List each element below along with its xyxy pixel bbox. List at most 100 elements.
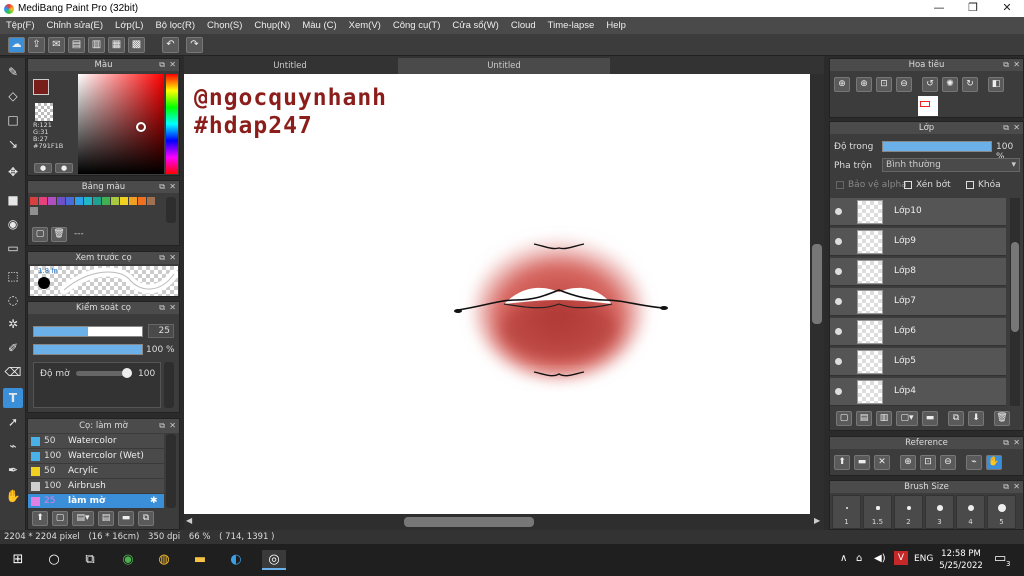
visibility-eye-icon[interactable]	[835, 298, 842, 305]
palette-swatch[interactable]	[66, 197, 74, 205]
palette-scrollbar[interactable]	[166, 197, 176, 223]
tiles-icon[interactable]: ▩	[128, 37, 145, 53]
shape-tool-icon[interactable]: □	[3, 110, 23, 130]
menu-cloud[interactable]: Cloud	[505, 20, 542, 31]
app-icon-green[interactable]: ◉	[118, 550, 138, 570]
menu-layer[interactable]: Lớp(L)	[109, 20, 149, 31]
comment-icon[interactable]: ✉	[48, 37, 65, 53]
hscroll-thumb[interactable]	[404, 517, 534, 527]
zoom-fit-in-icon[interactable]: ⊕	[856, 77, 872, 92]
delete-layer-icon[interactable]: 🗑	[994, 411, 1010, 426]
close-panel-icon[interactable]: ✕	[1013, 59, 1020, 71]
fill-rect-tool-icon[interactable]: ■	[3, 190, 23, 210]
task-view-icon[interactable]: ⧉	[80, 550, 100, 570]
layer-folder-icon[interactable]: ▬	[922, 411, 938, 426]
zoom-in-icon[interactable]: ⊕	[834, 77, 850, 92]
reference-zoom-in-icon[interactable]: ⊕	[900, 455, 916, 470]
clock[interactable]: 12:58 PM 5/25/2022	[936, 548, 986, 572]
palette-swatch[interactable]	[102, 197, 110, 205]
upload-icon[interactable]: ⇪	[28, 37, 45, 53]
menu-filter[interactable]: Bộ lọc(R)	[149, 20, 201, 31]
palette-swatch[interactable]	[120, 197, 128, 205]
close-panel-icon[interactable]: ✕	[169, 59, 176, 71]
redo-icon[interactable]: ↷	[186, 37, 203, 53]
brush-item[interactable]: 50 Watercolor	[28, 434, 164, 449]
brush-settings-icon[interactable]: ▤	[98, 511, 114, 526]
close-panel-icon[interactable]: ✕	[169, 302, 176, 314]
reference-zoom-out-icon[interactable]: ⊖	[940, 455, 956, 470]
tray-chevron-icon[interactable]: ∧	[840, 553, 847, 564]
transparent-color-swatch[interactable]	[35, 103, 53, 121]
rotate-left-icon[interactable]: ↺	[922, 77, 938, 92]
line-tool-icon[interactable]: ↘	[3, 134, 23, 154]
file-explorer-icon[interactable]: ▬	[190, 550, 210, 570]
layer-row[interactable]: Lớp10	[830, 198, 1006, 226]
brush-item[interactable]: 100 Watercolor (Wet)	[28, 449, 164, 464]
document-icon[interactable]: ▤	[68, 37, 85, 53]
settings-gear-icon[interactable]: ✱	[150, 494, 158, 509]
visibility-eye-icon[interactable]	[835, 388, 842, 395]
scroll-left-icon[interactable]: ◀	[186, 516, 192, 525]
menu-capture[interactable]: Chụp(N)	[248, 20, 296, 31]
menu-help[interactable]: Help	[600, 20, 632, 31]
close-panel-icon[interactable]: ✕	[1013, 437, 1020, 449]
tab-untitled-2[interactable]: Untitled	[398, 58, 610, 74]
palette-swatch[interactable]	[138, 197, 146, 205]
add-color-icon[interactable]: ●	[34, 163, 52, 173]
close-button[interactable]: ✕	[990, 0, 1024, 17]
reference-fit-icon[interactable]: ⊡	[920, 455, 936, 470]
remove-color-icon[interactable]: ●	[55, 163, 73, 173]
layer-row[interactable]: Lớp9	[830, 228, 1006, 256]
brush-item-selected[interactable]: 25 làm mờ ✱	[28, 494, 164, 509]
brush-size-cell[interactable]: 3	[925, 495, 954, 529]
brush-size-slider[interactable]	[33, 326, 143, 337]
navigator-thumbnail[interactable]	[918, 96, 938, 116]
color-picker-cursor[interactable]	[136, 122, 146, 132]
visibility-eye-icon[interactable]	[835, 358, 842, 365]
undock-icon[interactable]: ⧉	[159, 302, 165, 314]
new-8bit-layer-icon[interactable]: ▥	[876, 411, 892, 426]
undock-icon[interactable]: ⧉	[1003, 437, 1009, 449]
reference-open-icon[interactable]: ▬	[854, 455, 870, 470]
reference-upload-icon[interactable]: ⬆	[834, 455, 850, 470]
undock-icon[interactable]: ⧉	[159, 419, 165, 433]
brush-size-cell[interactable]: 2	[894, 495, 923, 529]
operation-tool-icon[interactable]: ➚	[3, 412, 23, 432]
layer-add-menu-icon[interactable]: ▢▾	[896, 411, 918, 426]
brush-tool-icon[interactable]: ✎	[3, 62, 23, 82]
reference-eyedropper-icon[interactable]: ⌁	[966, 455, 982, 470]
volume-icon[interactable]: ◀)	[874, 553, 886, 564]
eraser-tool-icon[interactable]: ◇	[3, 86, 23, 106]
layer-row[interactable]: Lớp8	[830, 258, 1006, 286]
blur-slider[interactable]	[76, 368, 132, 378]
edge-icon[interactable]: ◐	[226, 550, 246, 570]
menu-edit[interactable]: Chỉnh sửa(E)	[41, 20, 110, 31]
minimize-button[interactable]: —	[922, 0, 956, 17]
layer-scroll-thumb[interactable]	[1011, 242, 1019, 332]
maximize-button[interactable]: ❐	[956, 0, 990, 17]
vpn-icon[interactable]: V	[894, 551, 908, 565]
brush-size-cell[interactable]: 5	[987, 495, 1016, 529]
merge-layer-icon[interactable]: ⬇	[968, 411, 984, 426]
brush-item[interactable]: 100 Airbrush	[28, 479, 164, 494]
visibility-eye-icon[interactable]	[835, 328, 842, 335]
visibility-eye-icon[interactable]	[835, 268, 842, 275]
undock-icon[interactable]: ⧉	[1003, 59, 1009, 71]
eyedropper-tool-icon[interactable]: ⌁	[3, 436, 23, 456]
palette-swatch[interactable]	[93, 197, 101, 205]
clip-checkbox[interactable]	[904, 181, 912, 189]
brush-item[interactable]: 50 Acrylic	[28, 464, 164, 479]
brush-list-scrollbar[interactable]	[166, 434, 176, 508]
add-brush-icon[interactable]: ⬆	[32, 511, 48, 526]
brush-size-cell[interactable]: 1.5	[863, 495, 892, 529]
layer-row[interactable]: Lớp6	[830, 318, 1006, 346]
select-pen-tool-icon[interactable]: ✐	[3, 338, 23, 358]
search-icon[interactable]: ○	[44, 550, 64, 570]
layer-row[interactable]: Lớp7	[830, 288, 1006, 316]
undock-icon[interactable]: ⧉	[159, 59, 165, 71]
brush-size-input[interactable]: 25	[148, 324, 174, 338]
protect-alpha-checkbox[interactable]	[836, 181, 844, 189]
palette-swatch[interactable]	[39, 197, 47, 205]
delete-palette-icon[interactable]: 🗑	[51, 227, 67, 242]
layer-row[interactable]: Lớp5	[830, 348, 1006, 376]
